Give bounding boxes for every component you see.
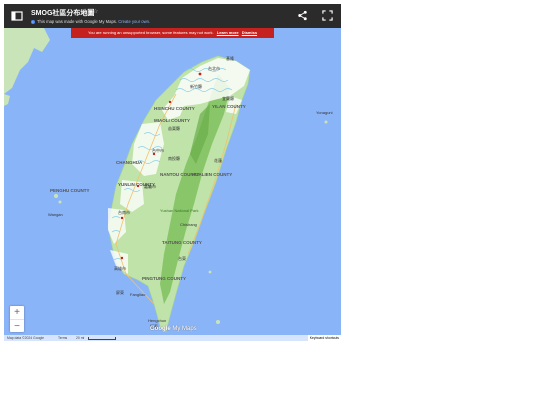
label-taichung: 台中市 (152, 147, 164, 153)
subtitle-text: This map was made with Google My Maps. (37, 19, 118, 24)
penghu-island-2 (58, 200, 62, 204)
label-miaoli: MIAOLI COUNTY (154, 118, 190, 123)
map-canvas[interactable]: 廈門 基隆 台北市 新竹縣 宜蘭縣 YILAN COUNTY HSINCHU C… (4, 4, 341, 341)
label-hualien: HUALIEN COUNTY (192, 172, 232, 177)
map-title: SMOG社區分布地圖 (31, 10, 95, 17)
label-nantou-zh: 南投縣 (168, 155, 180, 161)
label-fangliao: Fangliao (130, 292, 146, 297)
orchid-island (216, 320, 220, 324)
google-wordmark: Google (150, 326, 171, 332)
label-keelung: 基隆 (226, 55, 234, 61)
label-changhua: CHANGHUA (116, 160, 143, 165)
label-chiayi: 嘉義市 (144, 183, 156, 189)
warning-text: You are running an unsupported browser, … (87, 30, 214, 35)
map-header: SMOG社區分布地圖 ☆ i This map was made with Goo… (4, 4, 341, 28)
learn-more-link[interactable]: Learn more (217, 30, 239, 35)
scale-label[interactable]: 20 mi (76, 335, 84, 341)
label-pingtung: PINGTUNG COUNTY (142, 276, 186, 281)
label-taipei: 台北市 (208, 65, 220, 71)
label-wangan: Wangan (48, 212, 63, 217)
dismiss-link[interactable]: Dismiss (242, 30, 257, 35)
label-taitung: TAITUNG COUNTY (162, 240, 202, 245)
map-subtitle: i This map was made with Google My Maps. … (31, 19, 150, 24)
terms-link[interactable]: Terms (58, 335, 67, 341)
map-footer: Map data ©2024 Google Terms 20 mi Keyboa… (4, 335, 341, 341)
mymaps-wordmark: My Maps (172, 326, 197, 332)
label-tainan: 台南市 (118, 209, 130, 215)
scale-bar (88, 337, 116, 340)
label-yushan: Yushan National Park (160, 208, 198, 213)
label-pingtung-zh: 屏東 (116, 289, 124, 295)
label-chishang: Chishang (180, 222, 197, 227)
map-attribution: Map data ©2024 Google (7, 336, 44, 340)
label-hsinchu: HSINCHU COUNTY (154, 106, 195, 111)
label-yonaguni: Yonaguni (316, 110, 333, 115)
info-icon: i (31, 19, 35, 24)
keyboard-shortcuts-link[interactable]: Keyboard shortcuts (307, 335, 341, 341)
label-yilan-zh: 宜蘭縣 (222, 95, 234, 101)
label-xinzhu: 新竹縣 (190, 83, 202, 89)
zoom-out-button[interactable]: − (10, 320, 24, 333)
label-miaoli-zh: 苗栗縣 (168, 125, 180, 131)
label-yilan-county: YILAN COUNTY (212, 104, 246, 109)
yonaguni-island (324, 120, 328, 124)
label-hengchun: Hengchun (148, 318, 166, 323)
label-taitung-zh: 台東 (178, 255, 186, 261)
create-your-own-link[interactable]: Create your own. (118, 19, 150, 24)
zoom-control: + − (10, 306, 24, 332)
penghu-island (54, 194, 58, 198)
fullscreen-icon[interactable] (322, 10, 333, 21)
unsupported-browser-banner: You are running an unsupported browser, … (71, 28, 274, 38)
label-penghu: PENGHU COUNTY (50, 188, 90, 193)
label-hualien-zh: 花蓮 (214, 157, 222, 163)
zoom-in-button[interactable]: + (10, 306, 24, 319)
share-icon[interactable] (297, 10, 308, 21)
map-frame[interactable]: 廈門 基隆 台北市 新竹縣 宜蘭縣 YILAN COUNTY HSINCHU C… (4, 4, 341, 341)
side-panel-icon[interactable] (10, 9, 24, 23)
green-island (208, 270, 212, 274)
google-my-maps-logo: Google My Maps (150, 326, 197, 332)
star-icon[interactable]: ☆ (93, 8, 98, 15)
label-kaohsiung: 高雄市 (114, 265, 126, 271)
